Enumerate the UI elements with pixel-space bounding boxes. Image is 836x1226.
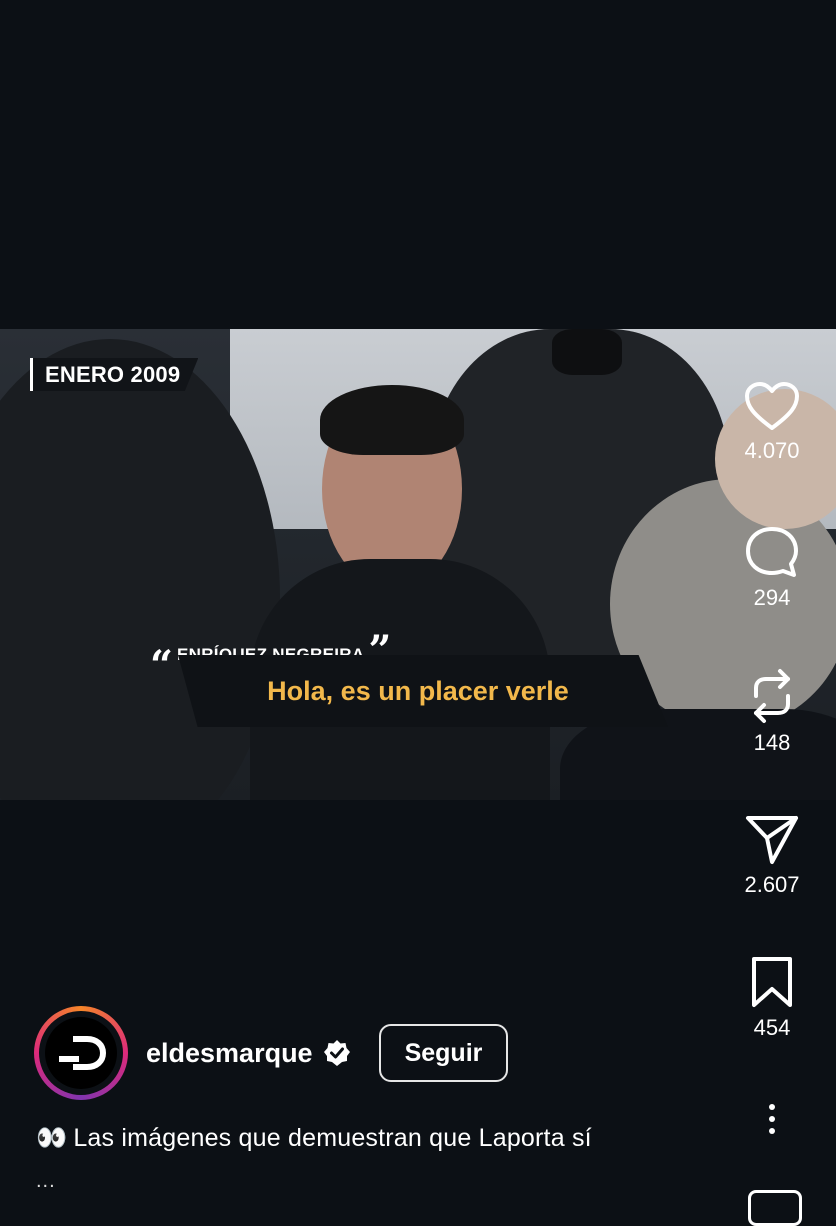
- dot: [769, 1128, 775, 1134]
- comment-count: 294: [753, 585, 791, 610]
- comment-icon: [746, 527, 798, 577]
- date-tag: ENERO 2009: [30, 358, 199, 391]
- save-count: 454: [753, 1015, 791, 1040]
- send-icon: [746, 816, 798, 864]
- eyes-emoji-icon: 👀: [36, 1124, 68, 1152]
- share-count: 2.607: [744, 872, 800, 897]
- heart-icon: [745, 382, 799, 430]
- verified-badge-icon: [323, 1040, 350, 1066]
- video-player[interactable]: ENERO 2009 “ ENRÍQUEZ NEGREIRA ” Hola, e…: [0, 329, 836, 800]
- comment-button[interactable]: 294: [722, 525, 822, 611]
- like-count: 4.070: [744, 438, 800, 463]
- follow-button[interactable]: Seguir: [378, 1024, 509, 1082]
- caption-more-link[interactable]: ...: [36, 1170, 56, 1193]
- profile-row: eldesmarque Seguir: [34, 1006, 509, 1100]
- video-figure-camera: [552, 329, 622, 375]
- avatar[interactable]: [34, 1006, 128, 1100]
- avatar-ring-gap: [39, 1011, 123, 1095]
- repost-count: 148: [753, 730, 791, 755]
- share-button[interactable]: 2.607: [722, 812, 822, 898]
- brand-logo-icon: [45, 1017, 117, 1089]
- open-quote-mark: “: [150, 642, 174, 689]
- top-blank-area: [0, 0, 836, 329]
- more-options-icon[interactable]: [762, 1104, 782, 1134]
- caption-text: Las imágenes que demuestran que Laporta …: [73, 1124, 592, 1152]
- audio-thumbnail[interactable]: [748, 1190, 802, 1226]
- bookmark-icon: [752, 957, 792, 1007]
- video-figure-man-hair: [320, 385, 464, 455]
- dot: [769, 1116, 775, 1122]
- like-button[interactable]: 4.070: [722, 380, 822, 464]
- dot: [769, 1104, 775, 1110]
- subtitle-box: Hola, es un placer verle: [178, 655, 668, 727]
- date-tag-label: ENERO 2009: [45, 361, 181, 387]
- subtitle-text: Hola, es un placer verle: [267, 675, 569, 706]
- username[interactable]: eldesmarque: [146, 1038, 313, 1069]
- repost-button[interactable]: 148: [722, 668, 822, 756]
- save-button[interactable]: 454: [722, 955, 822, 1041]
- repost-icon: [754, 669, 790, 723]
- caption[interactable]: 👀 Las imágenes que demuestran que Laporta…: [36, 1124, 592, 1153]
